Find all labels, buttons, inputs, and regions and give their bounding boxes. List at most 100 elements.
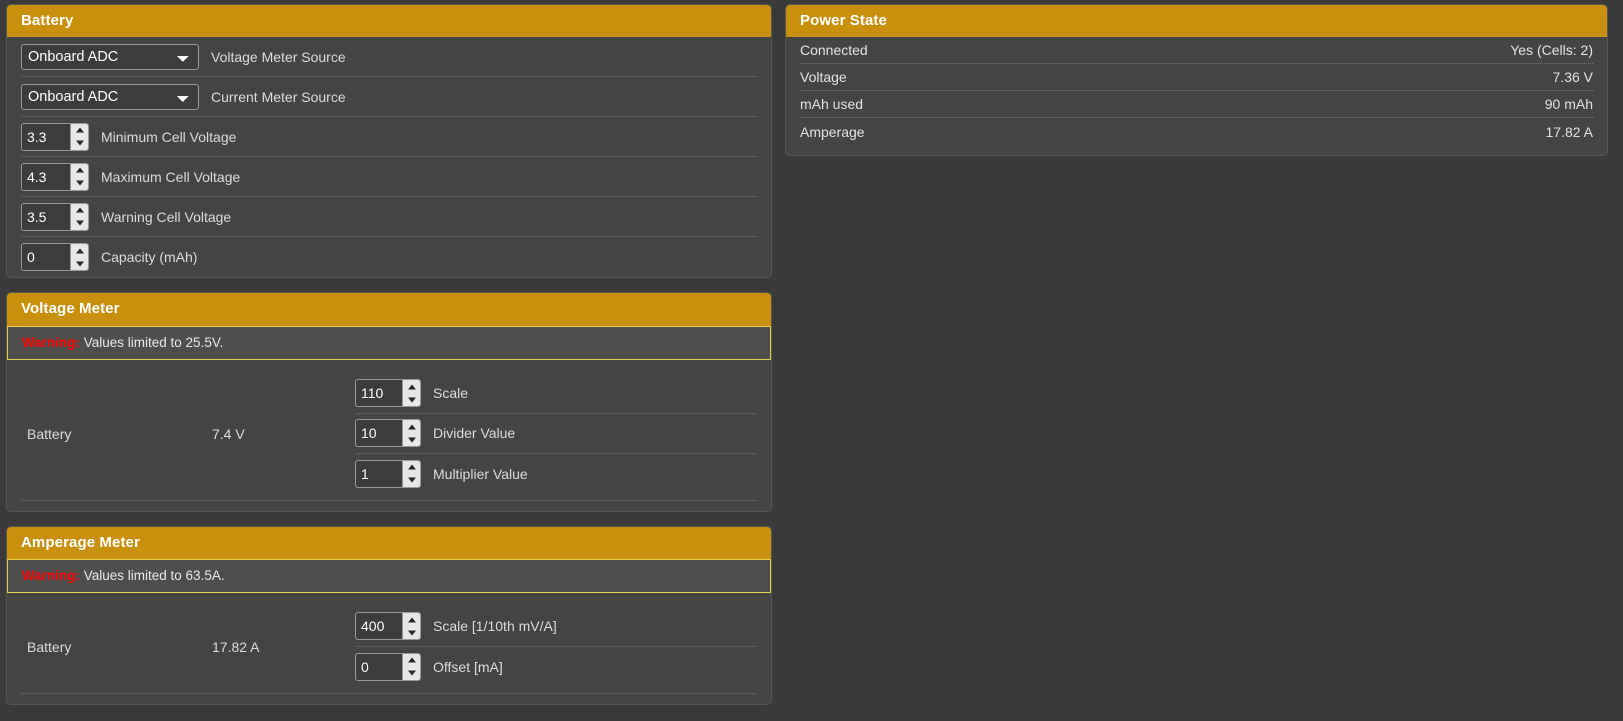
power-state-key: Voltage bbox=[800, 69, 847, 85]
voltage-scale-spin-buttons[interactable] bbox=[402, 380, 420, 406]
row-voltage-meter-source: Onboard ADC Voltage Meter Source bbox=[21, 37, 757, 77]
capacity-input[interactable] bbox=[22, 244, 70, 270]
amperage-offset-spin-buttons[interactable] bbox=[402, 654, 420, 680]
current-meter-source-label: Current Meter Source bbox=[211, 89, 346, 105]
power-state-key: Connected bbox=[800, 42, 868, 58]
power-state-value: Yes (Cells: 2) bbox=[1510, 42, 1593, 58]
row-voltage-scale: Scale bbox=[355, 374, 757, 414]
maximum-cell-voltage-label: Maximum Cell Voltage bbox=[101, 169, 240, 185]
amperage-meter-spacer-bottom bbox=[7, 694, 771, 704]
voltage-divider-stepper[interactable] bbox=[355, 419, 421, 447]
row-amperage-scale: Scale [1/10th mV/A] bbox=[355, 607, 757, 647]
amperage-scale-spin-buttons[interactable] bbox=[402, 613, 420, 639]
maximum-cell-voltage-stepper[interactable] bbox=[21, 163, 89, 191]
capacity-spin-buttons[interactable] bbox=[70, 244, 88, 270]
voltage-meter-fields: Scale Divider Value bbox=[355, 374, 771, 494]
spin-down-icon[interactable] bbox=[403, 474, 420, 487]
power-state-panel: Power State Connected Yes (Cells: 2) Vol… bbox=[785, 4, 1608, 156]
power-state-table: Connected Yes (Cells: 2) Voltage 7.36 V … bbox=[786, 37, 1607, 155]
voltage-scale-input[interactable] bbox=[356, 380, 402, 406]
settings-page: Battery Onboard ADC Voltage Meter Source… bbox=[0, 0, 1623, 719]
spin-up-icon[interactable] bbox=[71, 244, 88, 257]
amperage-scale-input[interactable] bbox=[356, 613, 402, 639]
battery-panel-title: Battery bbox=[7, 5, 771, 37]
amperage-scale-label: Scale [1/10th mV/A] bbox=[433, 618, 557, 634]
voltage-meter-source-value: 7.4 V bbox=[212, 426, 245, 442]
warning-cell-voltage-stepper[interactable] bbox=[21, 203, 89, 231]
spin-up-icon[interactable] bbox=[71, 124, 88, 137]
spin-down-icon[interactable] bbox=[71, 137, 88, 150]
power-state-value: 90 mAh bbox=[1545, 96, 1593, 112]
minimum-cell-voltage-label: Minimum Cell Voltage bbox=[101, 129, 236, 145]
spin-up-icon[interactable] bbox=[403, 380, 420, 393]
amperage-offset-input[interactable] bbox=[356, 654, 402, 680]
amperage-offset-stepper[interactable] bbox=[355, 653, 421, 681]
spin-down-icon[interactable] bbox=[403, 667, 420, 680]
spin-down-icon[interactable] bbox=[403, 433, 420, 446]
spin-down-icon[interactable] bbox=[403, 393, 420, 406]
spin-up-icon[interactable] bbox=[71, 204, 88, 217]
spin-up-icon[interactable] bbox=[71, 164, 88, 177]
voltage-divider-spin-buttons[interactable] bbox=[402, 420, 420, 446]
amperage-meter-warning: Warning: Values limited to 63.5A. bbox=[7, 559, 771, 593]
warning-cell-voltage-input[interactable] bbox=[22, 204, 70, 230]
voltage-meter-panel-title: Voltage Meter bbox=[7, 293, 771, 325]
spin-down-icon[interactable] bbox=[71, 257, 88, 270]
voltage-multiplier-stepper[interactable] bbox=[355, 460, 421, 488]
table-row: Amperage 17.82 A bbox=[800, 118, 1593, 145]
spin-up-icon[interactable] bbox=[403, 420, 420, 433]
voltage-scale-label: Scale bbox=[433, 385, 468, 401]
left-column: Battery Onboard ADC Voltage Meter Source… bbox=[0, 4, 780, 719]
voltage-multiplier-spin-buttons[interactable] bbox=[402, 461, 420, 487]
warning-cell-voltage-spin-buttons[interactable] bbox=[70, 204, 88, 230]
row-current-meter-source: Onboard ADC Current Meter Source bbox=[21, 77, 757, 117]
capacity-label: Capacity (mAh) bbox=[101, 249, 197, 265]
row-voltage-multiplier: Multiplier Value bbox=[355, 454, 757, 494]
spin-down-icon[interactable] bbox=[403, 626, 420, 639]
table-row: Voltage 7.36 V bbox=[800, 64, 1593, 91]
amperage-scale-stepper[interactable] bbox=[355, 612, 421, 640]
amperage-meter-spacer-top bbox=[7, 593, 771, 607]
power-state-key: Amperage bbox=[800, 124, 865, 140]
minimum-cell-voltage-stepper[interactable] bbox=[21, 123, 89, 151]
power-state-panel-title: Power State bbox=[786, 5, 1607, 37]
row-warning-cell-voltage: Warning Cell Voltage bbox=[21, 197, 757, 237]
spin-up-icon[interactable] bbox=[403, 461, 420, 474]
spin-down-icon[interactable] bbox=[71, 177, 88, 190]
voltage-meter-spacer-top bbox=[7, 360, 771, 374]
minimum-cell-voltage-input[interactable] bbox=[22, 124, 70, 150]
amperage-meter-panel: Amperage Meter Warning: Values limited t… bbox=[6, 526, 772, 705]
amperage-meter-source-name: Battery bbox=[27, 639, 212, 655]
capacity-stepper[interactable] bbox=[21, 243, 89, 271]
current-meter-source-select[interactable]: Onboard ADC bbox=[21, 84, 199, 110]
voltage-divider-input[interactable] bbox=[356, 420, 402, 446]
table-row: mAh used 90 mAh bbox=[800, 91, 1593, 118]
amperage-meter-warning-label: Warning: bbox=[22, 568, 80, 583]
voltage-multiplier-input[interactable] bbox=[356, 461, 402, 487]
amperage-meter-fields: Scale [1/10th mV/A] Offset [mA] bbox=[355, 607, 771, 687]
voltage-divider-label: Divider Value bbox=[433, 425, 515, 441]
row-minimum-cell-voltage: Minimum Cell Voltage bbox=[21, 117, 757, 157]
battery-panel-body: Onboard ADC Voltage Meter Source Onboard… bbox=[7, 37, 771, 277]
warning-cell-voltage-label: Warning Cell Voltage bbox=[101, 209, 231, 225]
amperage-meter-source-readout: Battery 17.82 A bbox=[7, 607, 355, 687]
amperage-offset-label: Offset [mA] bbox=[433, 659, 503, 675]
minimum-cell-voltage-spin-buttons[interactable] bbox=[70, 124, 88, 150]
voltage-meter-source-select[interactable]: Onboard ADC bbox=[21, 44, 199, 70]
spin-up-icon[interactable] bbox=[403, 613, 420, 626]
power-state-value: 17.82 A bbox=[1546, 124, 1594, 140]
voltage-scale-stepper[interactable] bbox=[355, 379, 421, 407]
power-state-value: 7.36 V bbox=[1553, 69, 1593, 85]
battery-panel: Battery Onboard ADC Voltage Meter Source… bbox=[6, 4, 772, 278]
row-capacity: Capacity (mAh) bbox=[21, 237, 757, 277]
power-state-key: mAh used bbox=[800, 96, 863, 112]
amperage-meter-source-value: 17.82 A bbox=[212, 639, 260, 655]
maximum-cell-voltage-spin-buttons[interactable] bbox=[70, 164, 88, 190]
maximum-cell-voltage-input[interactable] bbox=[22, 164, 70, 190]
amperage-meter-panel-title: Amperage Meter bbox=[7, 527, 771, 559]
table-row: Connected Yes (Cells: 2) bbox=[800, 37, 1593, 64]
voltage-multiplier-label: Multiplier Value bbox=[433, 466, 528, 482]
spin-down-icon[interactable] bbox=[71, 217, 88, 230]
voltage-meter-warning: Warning: Values limited to 25.5V. bbox=[7, 326, 771, 360]
spin-up-icon[interactable] bbox=[403, 654, 420, 667]
